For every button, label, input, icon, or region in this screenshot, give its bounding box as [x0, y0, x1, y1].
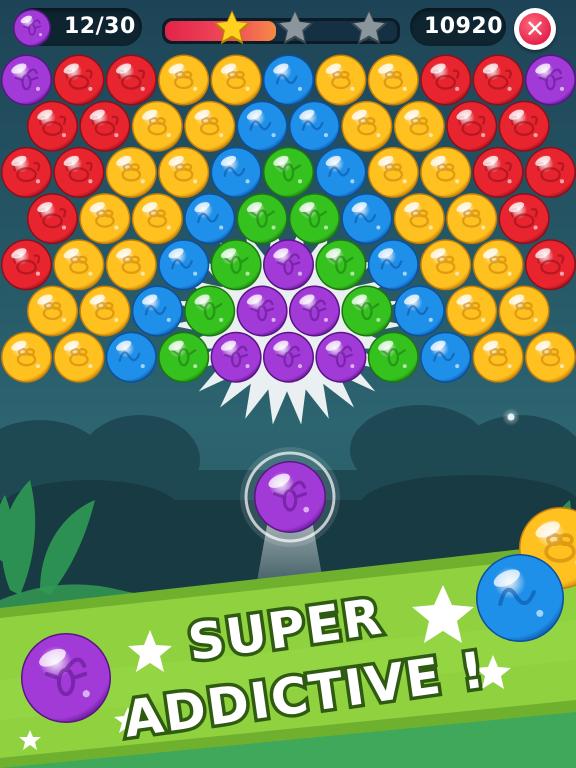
decor-bubble-blue [476, 554, 564, 642]
star-empty-icon [350, 10, 388, 45]
score-text: 10920 [424, 14, 504, 39]
close-icon: ✕ [519, 13, 551, 45]
star-empty-icon [276, 10, 314, 45]
star-earned-icon [213, 10, 251, 45]
decor-bubbles [21, 507, 576, 723]
game-scene[interactable]: SUPER ADDICTIVE ! 12/30 10920 ✕ [0, 0, 576, 768]
decor-bubble-purple [21, 633, 111, 723]
close-button[interactable]: ✕ [514, 8, 556, 50]
